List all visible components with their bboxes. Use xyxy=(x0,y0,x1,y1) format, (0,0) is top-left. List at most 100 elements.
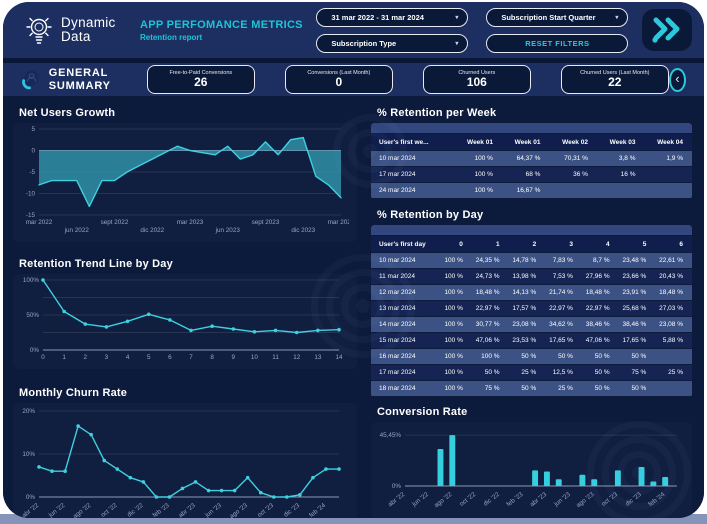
logo: Dynamic Data xyxy=(23,12,134,48)
table-cell: 100 % xyxy=(435,305,472,312)
table-cell: 23,08 % xyxy=(655,321,692,328)
table-cell: 17,57 % xyxy=(509,305,546,312)
svg-text:-15: -15 xyxy=(26,212,36,219)
table-cell: 14,13 % xyxy=(509,289,546,296)
table-cell: 3,8 % xyxy=(597,155,645,162)
net-users-growth-panel: 50-5-10-15mar 2022jun 2022sept 2022dic 2… xyxy=(13,123,357,242)
svg-text:abr '23: abr '23 xyxy=(529,491,549,509)
subscription-type-value: Subscription Type xyxy=(331,39,396,48)
back-circle-button[interactable]: ‹ xyxy=(669,68,686,92)
section-title-monthly-churn: Monthly Churn Rate xyxy=(19,387,357,399)
table-row: 17 mar 2024100 %68 %36 %16 % xyxy=(371,167,692,182)
svg-text:feb '24: feb '24 xyxy=(647,491,666,508)
date-range-value: 31 mar 2022 - 31 mar 2024 xyxy=(331,13,424,22)
reset-filters-button[interactable]: RESET FILTERS xyxy=(486,34,628,53)
svg-text:ago '22: ago '22 xyxy=(72,502,93,518)
table-header-row: User's first day0123456 xyxy=(371,236,692,252)
table-row: 13 mar 2024100 %22,97 %17,57 %22,97 %22,… xyxy=(371,301,692,316)
svg-text:50%: 50% xyxy=(26,312,39,319)
table-cell: 16 mar 2024 xyxy=(371,353,435,360)
monthly-churn-panel: 20%10%0%abr '22jun '22ago '22oct '22dic … xyxy=(13,403,357,518)
svg-text:ago '23: ago '23 xyxy=(575,491,596,509)
section-title-net-users-growth: Net Users Growth xyxy=(19,107,357,119)
table-cell: 100 % xyxy=(435,273,472,280)
kpi-card: Conversions (Last Month)0 xyxy=(285,65,393,94)
svg-text:11: 11 xyxy=(272,354,279,361)
svg-text:ago '23: ago '23 xyxy=(228,502,249,518)
table-cell: 68 % xyxy=(502,171,550,178)
table-cell: 75 % xyxy=(619,369,656,376)
right-column: % Retention per Week User's first we...W… xyxy=(371,102,692,518)
chevron-left-icon: ‹ xyxy=(675,72,679,85)
table-cell: 50 % xyxy=(619,353,656,360)
lightbulb-icon xyxy=(23,12,55,48)
svg-text:13: 13 xyxy=(314,354,322,361)
main-content: Net Users Growth 50-5-10-15mar 2022jun 2… xyxy=(3,96,704,518)
svg-text:sept 2023: sept 2023 xyxy=(252,219,280,226)
svg-text:abr '22: abr '22 xyxy=(387,491,407,509)
svg-text:feb '23: feb '23 xyxy=(152,502,171,518)
left-column: Net Users Growth 50-5-10-15mar 2022jun 2… xyxy=(13,102,357,518)
retention-trend-chart: 100%50%0%01234567891011121314 xyxy=(13,274,349,364)
svg-text:0%: 0% xyxy=(392,483,402,490)
summary-bar: GENERAL SUMMARY Free-to-Paid Conversions… xyxy=(3,63,704,96)
svg-text:12: 12 xyxy=(293,354,301,361)
filter-column-1: 31 mar 2022 - 31 mar 2024 ▾ Subscription… xyxy=(316,8,468,53)
svg-text:jun '22: jun '22 xyxy=(410,491,430,509)
table-cell: 12 mar 2024 xyxy=(371,289,435,296)
subscription-type-dropdown[interactable]: Subscription Type ▾ xyxy=(316,34,468,53)
chevron-down-icon: ▾ xyxy=(455,40,458,47)
subscription-start-quarter-dropdown[interactable]: Subscription Start Quarter ▾ xyxy=(486,8,628,27)
subscription-start-quarter-value: Subscription Start Quarter xyxy=(501,13,595,22)
svg-text:feb '23: feb '23 xyxy=(505,491,524,508)
kpi-cards: Free-to-Paid Conversions26Conversions (L… xyxy=(147,65,669,94)
svg-text:jun 2022: jun 2022 xyxy=(64,227,90,234)
table-cell: 22,61 % xyxy=(655,257,692,264)
double-chevron-right-button[interactable] xyxy=(642,9,692,51)
svg-text:jun '23: jun '23 xyxy=(552,491,572,509)
table-row: 10 mar 2024100 %64,37 %70,31 %3,8 %1,9 % xyxy=(371,151,692,166)
table-cell: 50 % xyxy=(509,353,546,360)
svg-text:7: 7 xyxy=(189,354,193,361)
table-cell: 13 mar 2024 xyxy=(371,305,435,312)
column-header: 6 xyxy=(655,241,692,248)
svg-text:10: 10 xyxy=(251,354,259,361)
table-cell: 8,7 % xyxy=(582,257,619,264)
filters: 31 mar 2022 - 31 mar 2024 ▾ Subscription… xyxy=(316,8,628,53)
table-cell: 50 % xyxy=(509,385,546,392)
table-cell: 23,48 % xyxy=(619,257,656,264)
date-range-dropdown[interactable]: 31 mar 2022 - 31 mar 2024 ▾ xyxy=(316,8,468,27)
svg-text:mar 2023: mar 2023 xyxy=(177,219,204,226)
svg-text:6: 6 xyxy=(168,354,172,361)
svg-text:4: 4 xyxy=(126,354,130,361)
table-cell: 21,74 % xyxy=(545,289,582,296)
retention-by-day-table: User's first day012345610 mar 2024100 %2… xyxy=(371,225,692,397)
table-cell: 38,46 % xyxy=(582,321,619,328)
svg-text:dic '23: dic '23 xyxy=(624,491,643,508)
table-cell: 23,53 % xyxy=(509,337,546,344)
column-header: Week 02 xyxy=(549,139,597,146)
double-chevron-right-icon xyxy=(649,15,685,45)
table-cell: 7,83 % xyxy=(545,257,582,264)
table-top-strip xyxy=(371,225,692,235)
table-cell: 24 mar 2024 xyxy=(371,187,454,194)
table-row: 18 mar 2024100 %75 %50 %25 %50 %50 % xyxy=(371,381,692,396)
column-header: User's first we... xyxy=(371,139,454,146)
svg-text:jun '22: jun '22 xyxy=(47,502,67,518)
column-header: 0 xyxy=(435,241,472,248)
table-cell: 47,06 % xyxy=(582,337,619,344)
svg-text:feb '24: feb '24 xyxy=(308,502,327,518)
table-cell: 50 % xyxy=(545,353,582,360)
svg-text:20%: 20% xyxy=(22,408,35,415)
column-header: 1 xyxy=(472,241,509,248)
table-cell: 100 % xyxy=(435,321,472,328)
retention-per-week-table: User's first we...Week 01Week 01Week 02W… xyxy=(371,123,692,199)
table-cell: 18 mar 2024 xyxy=(371,385,435,392)
table-row: 11 mar 2024100 %24,73 %13,98 %7,53 %27,9… xyxy=(371,269,692,284)
svg-text:9: 9 xyxy=(232,354,236,361)
table-cell: 23,66 % xyxy=(619,273,656,280)
kpi-card: Churned Users (Last Month)22 xyxy=(561,65,669,94)
svg-text:jun '23: jun '23 xyxy=(203,502,223,518)
svg-text:5: 5 xyxy=(31,126,35,133)
svg-text:oct '22: oct '22 xyxy=(458,491,477,508)
